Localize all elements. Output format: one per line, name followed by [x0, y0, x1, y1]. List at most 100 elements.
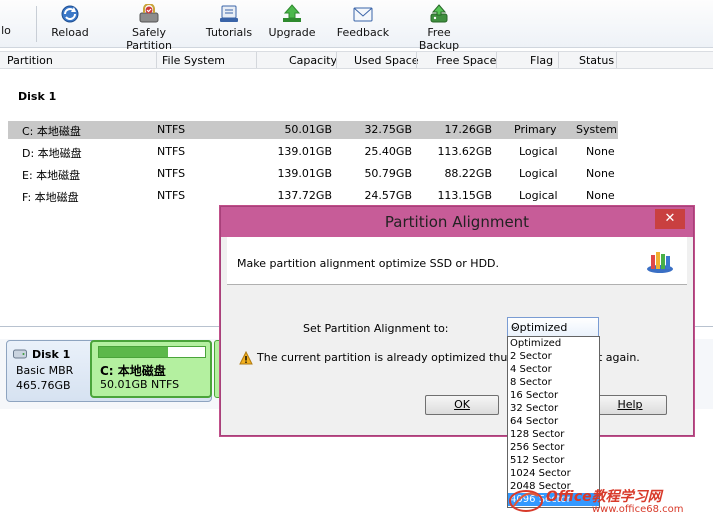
column-divider — [336, 52, 337, 68]
dialog-title-bar[interactable]: Partition Alignment ✕ — [221, 207, 693, 237]
column-divider — [496, 52, 497, 68]
partition-flag: Logical — [519, 145, 558, 158]
partition-row-c[interactable]: C: 本地磁盘 NTFS 50.01GB 32.75GB 17.26GB Pri… — [8, 121, 618, 139]
partition-row-d[interactable]: D: 本地磁盘 NTFS 139.01GB 25.40GB 113.62GB L… — [8, 143, 618, 161]
feedback-label: Feedback — [336, 26, 390, 39]
reload-icon — [61, 5, 79, 23]
clipped-toolbar-label: lo — [1, 24, 11, 37]
disk-map-type: Basic MBR — [16, 364, 74, 377]
toolbar: lo Reload Safely Partition Tutorials Upg… — [0, 0, 713, 52]
disk-map-partition-c[interactable]: C: 本地磁盘 50.01GB NTFS — [90, 340, 212, 398]
feedback-button[interactable]: Feedback — [336, 4, 390, 44]
disk-map-partition-info: 50.01GB NTFS — [100, 378, 180, 391]
reload-label: Reload — [51, 26, 89, 39]
dropdown-option[interactable]: 64 Sector — [508, 415, 599, 428]
partition-status: None — [586, 189, 615, 202]
upgrade-icon — [283, 4, 301, 22]
disk-map-name: Disk 1 — [32, 348, 71, 361]
dropdown-option[interactable]: Optimized — [508, 337, 599, 350]
tutorials-label: Tutorials — [205, 26, 253, 39]
partition-list-header: Partition File System Capacity Used Spac… — [0, 51, 713, 69]
column-file-system[interactable]: File System — [162, 54, 225, 67]
watermark-url: www.office68.com — [592, 504, 684, 515]
partition-fs: NTFS — [157, 123, 186, 136]
upgrade-button[interactable]: Upgrade — [266, 4, 318, 44]
column-partition[interactable]: Partition — [7, 54, 53, 67]
dropdown-option[interactable]: 512 Sector — [508, 454, 599, 467]
column-capacity[interactable]: Capacity — [289, 54, 337, 67]
partition-usage-fill — [99, 347, 168, 357]
safely-partition-button[interactable]: Safely Partition — [108, 4, 190, 52]
partition-capacity: 139.01GB — [277, 145, 332, 158]
partition-used: 25.40GB — [364, 145, 412, 158]
warning-text: The current partition is already optimiz… — [257, 351, 546, 364]
partition-used: 24.57GB — [364, 189, 412, 202]
dropdown-option[interactable]: 32 Sector — [508, 402, 599, 415]
column-divider — [156, 52, 157, 68]
dropdown-option[interactable]: 16 Sector — [508, 389, 599, 402]
column-used-space[interactable]: Used Space — [354, 54, 419, 67]
partition-fs: NTFS — [157, 189, 186, 202]
partition-alignment-dialog: Partition Alignment ✕ Make partition ali… — [220, 206, 694, 436]
upgrade-label: Upgrade — [268, 26, 316, 39]
partition-flag: Primary — [514, 123, 557, 136]
dialog-title: Partition Alignment — [384, 213, 530, 231]
warning-icon — [239, 351, 253, 365]
partition-free: 88.22GB — [444, 167, 492, 180]
set-alignment-label: Set Partition Alignment to: — [303, 322, 449, 335]
dropdown-option[interactable]: 4 Sector — [508, 363, 599, 376]
help-label: Help — [617, 398, 643, 411]
dialog-body: Make partition alignment optimize SSD or… — [227, 237, 687, 431]
dropdown-option[interactable]: 128 Sector — [508, 428, 599, 441]
dropdown-option[interactable]: 2 Sector — [508, 350, 599, 363]
partition-flag: Logical — [519, 189, 558, 202]
partition-status: None — [586, 167, 615, 180]
partition-used: 50.79GB — [364, 167, 412, 180]
partition-fs: NTFS — [157, 167, 186, 180]
column-status[interactable]: Status — [579, 54, 614, 67]
ok-label: OK — [454, 398, 470, 411]
help-button[interactable]: Help — [593, 395, 667, 415]
partition-capacity: 50.01GB — [284, 123, 332, 136]
dropdown-option[interactable]: 256 Sector — [508, 441, 599, 454]
partition-used: 32.75GB — [364, 123, 412, 136]
disk-icon — [13, 349, 27, 359]
partition-name: C: 本地磁盘 — [22, 125, 81, 138]
ok-button[interactable]: OK — [425, 395, 499, 415]
warning-text-tail: t again. — [598, 351, 640, 364]
partition-name: D: 本地磁盘 — [22, 147, 82, 160]
dialog-close-button[interactable]: ✕ — [655, 209, 685, 229]
partition-name: E: 本地磁盘 — [22, 169, 81, 182]
partition-usage-bar — [98, 346, 206, 358]
partition-free: 113.15GB — [437, 189, 492, 202]
column-divider — [256, 52, 257, 68]
disk-map-partition-name: C: 本地磁盘 — [100, 364, 166, 378]
tutorials-icon — [220, 5, 238, 22]
partition-row-f[interactable]: F: 本地磁盘 NTFS 137.72GB 24.57GB 113.15GB L… — [8, 187, 618, 205]
chevron-down-icon: ⌄ — [511, 321, 520, 332]
column-divider — [416, 52, 417, 68]
clipped-toolbar-button[interactable]: lo — [0, 24, 12, 38]
tutorials-button[interactable]: Tutorials — [204, 4, 254, 44]
column-free-space[interactable]: Free Space — [436, 54, 496, 67]
partition-status: System — [576, 123, 618, 136]
watermark: Office教程学习网 www.office68.com — [508, 486, 708, 518]
partition-capacity: 137.72GB — [277, 189, 332, 202]
dialog-description: Make partition alignment optimize SSD or… — [237, 257, 500, 270]
column-flag[interactable]: Flag — [530, 54, 553, 67]
reload-button[interactable]: Reload — [48, 4, 92, 44]
toolbar-separator — [36, 6, 37, 42]
dropdown-option[interactable]: 8 Sector — [508, 376, 599, 389]
dialog-header: Make partition alignment optimize SSD or… — [227, 237, 687, 285]
alignment-select[interactable]: Optimized ⌄ — [507, 317, 599, 337]
partition-free: 17.26GB — [444, 123, 492, 136]
dropdown-option[interactable]: 1024 Sector — [508, 467, 599, 480]
safely-partition-icon — [139, 4, 159, 23]
free-backup-label: Free Backup — [418, 26, 460, 52]
free-backup-button[interactable]: Free Backup — [406, 4, 472, 52]
watermark-title: Office教程学习网 — [546, 489, 662, 505]
partition-row-e[interactable]: E: 本地磁盘 NTFS 139.01GB 50.79GB 88.22GB Lo… — [8, 165, 618, 183]
alignment-logo-icon — [647, 252, 673, 273]
column-divider — [616, 52, 617, 68]
watermark-logo-icon — [509, 490, 543, 512]
